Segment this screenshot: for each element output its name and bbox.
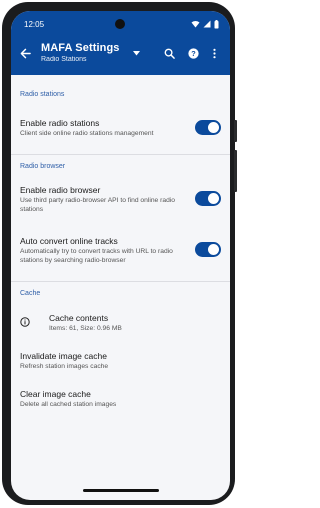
dropdown-arrow-icon[interactable] bbox=[133, 51, 140, 56]
title-block[interactable]: MAFA Settings Radio Stations bbox=[41, 42, 120, 63]
item-desc: Use third party radio-browser API to fin… bbox=[20, 197, 176, 213]
app-bar: MAFA Settings Radio Stations ? bbox=[11, 37, 230, 75]
svg-text:?: ? bbox=[191, 49, 196, 58]
side-button bbox=[234, 120, 237, 142]
auto-convert-toggle[interactable] bbox=[195, 242, 221, 257]
item-title: Enable radio stations bbox=[20, 118, 100, 128]
volume-button bbox=[234, 150, 237, 192]
signal-icon bbox=[203, 20, 211, 28]
enable-radio-browser-toggle[interactable] bbox=[195, 191, 221, 206]
item-title: Auto convert online tracks bbox=[20, 236, 118, 246]
more-vert-icon[interactable] bbox=[212, 48, 217, 59]
section-radio-stations: Radio stations bbox=[20, 91, 65, 98]
item-desc: Client side online radio stations manage… bbox=[20, 130, 154, 137]
divider bbox=[11, 154, 230, 155]
status-bar: 12:05 bbox=[11, 11, 230, 37]
home-indicator[interactable] bbox=[83, 489, 159, 492]
invalidate-image-cache-item[interactable]: Invalidate image cache Refresh station i… bbox=[20, 351, 221, 372]
item-desc: Refresh station images cache bbox=[20, 363, 109, 370]
back-arrow-icon[interactable] bbox=[20, 48, 31, 59]
info-icon bbox=[20, 317, 30, 327]
status-icons bbox=[191, 19, 219, 29]
camera-cutout bbox=[115, 19, 125, 29]
item-title: Cache contents bbox=[49, 313, 109, 323]
phone-frame: 12:05 MAFA Settings Radio Stations ? Rad… bbox=[2, 2, 237, 505]
item-title: Clear image cache bbox=[20, 389, 91, 399]
toggle-knob bbox=[208, 244, 219, 255]
screen: 12:05 MAFA Settings Radio Stations ? Rad… bbox=[11, 11, 230, 500]
section-radio-browser: Radio browser bbox=[20, 163, 66, 170]
app-title: MAFA Settings bbox=[41, 42, 120, 54]
battery-icon bbox=[214, 19, 219, 28]
cache-contents-item[interactable]: Cache contents Items: 61, Size: 0.96 MB bbox=[49, 313, 221, 334]
toggle-knob bbox=[208, 193, 219, 204]
item-title: Enable radio browser bbox=[20, 185, 101, 195]
help-icon[interactable]: ? bbox=[188, 48, 199, 59]
enable-radio-stations-item[interactable]: Enable radio stations Client side online… bbox=[20, 118, 221, 139]
item-title: Invalidate image cache bbox=[20, 351, 107, 361]
enable-radio-stations-toggle[interactable] bbox=[195, 120, 221, 135]
item-desc: Items: 61, Size: 0.96 MB bbox=[49, 325, 122, 332]
section-cache: Cache bbox=[20, 290, 41, 297]
item-desc: Automatically try to convert tracks with… bbox=[20, 248, 173, 264]
clear-image-cache-item[interactable]: Clear image cache Delete all cached stat… bbox=[20, 389, 221, 410]
app-subtitle: Radio Stations bbox=[41, 56, 87, 63]
wifi-icon bbox=[191, 20, 200, 28]
status-time: 12:05 bbox=[24, 19, 45, 29]
enable-radio-browser-item[interactable]: Enable radio browser Use third party rad… bbox=[20, 185, 186, 214]
divider bbox=[11, 281, 230, 282]
search-icon[interactable] bbox=[164, 48, 175, 59]
item-desc: Delete all cached station images bbox=[20, 401, 117, 408]
auto-convert-item[interactable]: Auto convert online tracks Automatically… bbox=[20, 236, 186, 265]
toggle-knob bbox=[208, 122, 219, 133]
